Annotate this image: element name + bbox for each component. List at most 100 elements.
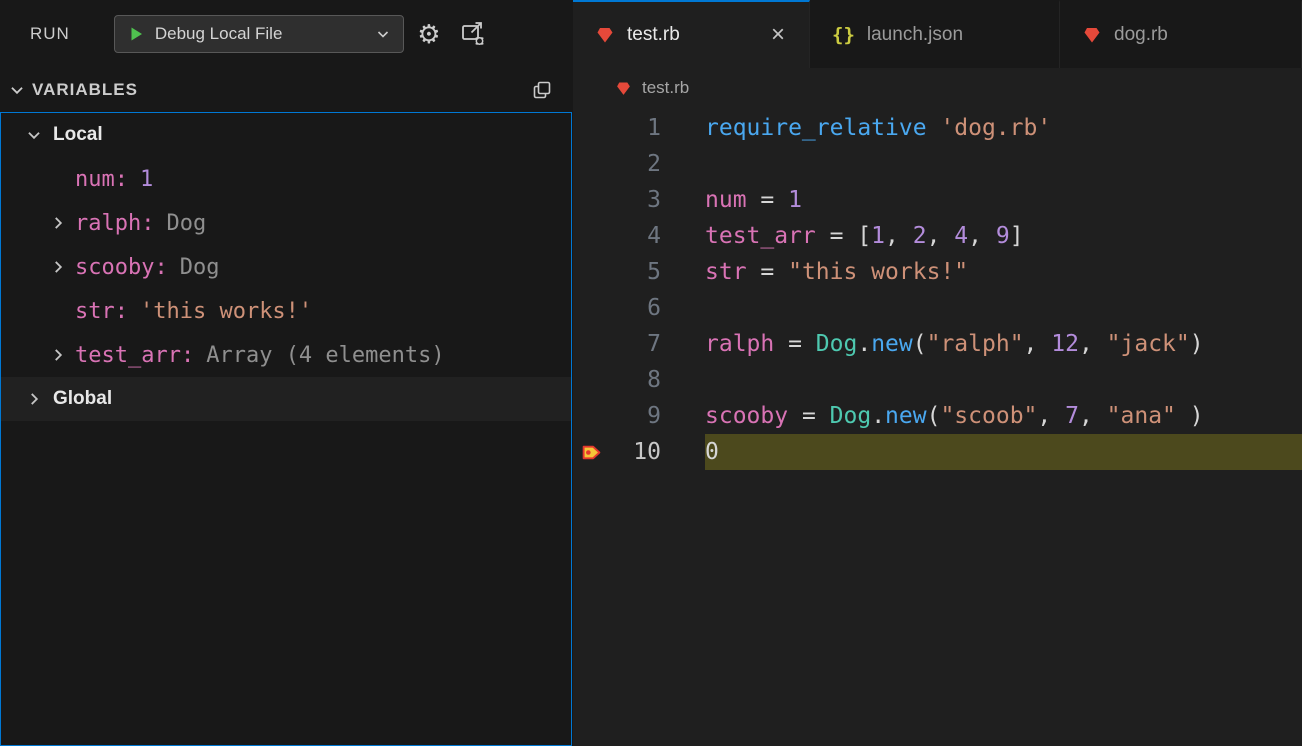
- code-token: "scoob": [940, 403, 1038, 429]
- line-number: 1: [647, 115, 661, 141]
- line-number: 8: [647, 367, 661, 393]
- variable-row-test_arr[interactable]: test_arr: Array (4 elements): [1, 333, 571, 377]
- breakpoint-gutter[interactable]: [573, 218, 609, 254]
- close-icon[interactable]: ×: [769, 23, 787, 47]
- chevron-right-icon[interactable]: [41, 206, 75, 240]
- code-token: (: [912, 331, 927, 357]
- code-token: 9: [995, 223, 1010, 249]
- variable-value: Dog: [179, 254, 220, 280]
- code-token: ralph: [705, 331, 775, 357]
- variable-name: str:: [75, 298, 128, 324]
- breakpoint-gutter[interactable]: [573, 326, 609, 362]
- code-token: ,: [926, 223, 955, 249]
- variables-section-header[interactable]: VARIABLES: [0, 68, 573, 112]
- code-line-3[interactable]: 3 num = 1: [573, 182, 1302, 218]
- variable-row-num[interactable]: num: 1: [1, 157, 571, 201]
- code-line-content: ralph = Dog.new("ralph", 12, "jack"): [705, 326, 1302, 362]
- variable-row-ralph[interactable]: ralph: Dog: [1, 201, 571, 245]
- scope-label: Local: [53, 124, 103, 145]
- code-token: 1: [788, 187, 802, 213]
- breakpoint-gutter[interactable]: [573, 290, 609, 326]
- code-line-content: scooby = Dog.new("scoob", 7, "ana" ): [705, 398, 1302, 434]
- code-line-10[interactable]: 10 0: [573, 434, 1302, 470]
- ruby-file-icon: [1082, 25, 1102, 45]
- breadcrumb[interactable]: test.rb: [573, 68, 1302, 108]
- tab-dog.rb[interactable]: dog.rb: [1060, 0, 1302, 68]
- code-token: 2: [912, 223, 927, 249]
- variables-tree: Local num: 1 ralph: Dog scooby: Dog str: 'this w…: [0, 112, 572, 746]
- variable-value: Array (4 elements): [206, 342, 445, 368]
- code-token: ]: [1009, 223, 1024, 249]
- code-token: ,: [1078, 331, 1107, 357]
- debug-console-icon[interactable]: [454, 15, 492, 53]
- ruby-file-icon: [615, 80, 632, 97]
- breakpoint-gutter[interactable]: [573, 110, 609, 146]
- code-token: ,: [1078, 403, 1107, 429]
- code-area: 1 require_relative 'dog.rb' 2 3 num = 1 4 test…: [573, 108, 1302, 746]
- code-token: 0: [705, 439, 719, 465]
- code-token: ): [1175, 403, 1204, 429]
- code-token: "ana": [1106, 403, 1176, 429]
- code-line-1[interactable]: 1 require_relative 'dog.rb': [573, 110, 1302, 146]
- breakpoint-gutter[interactable]: [573, 254, 609, 290]
- code-token: =: [774, 331, 816, 357]
- code-line-6[interactable]: 6: [573, 290, 1302, 326]
- code-line-8[interactable]: 8: [573, 362, 1302, 398]
- code-line-5[interactable]: 5 str = "this works!": [573, 254, 1302, 290]
- variables-title: VARIABLES: [32, 80, 138, 99]
- code-token: num: [705, 187, 747, 213]
- code-token: .: [857, 331, 872, 357]
- gear-icon[interactable]: ⚙: [410, 15, 448, 53]
- chevron-right-icon[interactable]: [17, 382, 51, 416]
- chevron-right-icon[interactable]: [41, 338, 75, 372]
- scope-global[interactable]: Global: [1, 377, 571, 421]
- breakpoint-gutter[interactable]: [573, 398, 609, 434]
- code-token: ,: [1023, 331, 1052, 357]
- breakpoint-gutter[interactable]: [573, 146, 609, 182]
- code-line-7[interactable]: 7 ralph = Dog.new("ralph", 12, "jack"): [573, 326, 1302, 362]
- code-token: = [: [815, 223, 872, 249]
- chevron-down-icon: [375, 26, 391, 42]
- tab-bar: test.rb × {} launch.json dog.rb: [573, 0, 1302, 68]
- code-line-4[interactable]: 4 test_arr = [1, 2, 4, 9]: [573, 218, 1302, 254]
- code-token: scooby: [705, 403, 789, 429]
- json-braces-icon: {}: [832, 24, 855, 46]
- code-token: require_relative: [705, 115, 927, 141]
- code-token: =: [746, 259, 789, 285]
- line-number: 2: [647, 151, 661, 177]
- tab-label: test.rb: [627, 24, 680, 45]
- code-token: (: [926, 403, 941, 429]
- breakpoint-gutter[interactable]: [573, 182, 609, 218]
- line-number: 4: [647, 223, 661, 249]
- scope-local[interactable]: Local: [1, 113, 571, 157]
- debug-current-line-icon[interactable]: [573, 434, 609, 470]
- tab-launch.json[interactable]: {} launch.json: [810, 0, 1060, 68]
- debug-config-dropdown[interactable]: Debug Local File: [113, 15, 404, 53]
- chevron-down-icon[interactable]: [17, 118, 51, 152]
- code-token: =: [746, 187, 789, 213]
- code-token: 'dog.rb': [940, 115, 1052, 141]
- run-debug-sidebar: RUN Debug Local File ⚙ VARIABLES Local n…: [0, 0, 573, 746]
- variable-value: Dog: [166, 210, 207, 236]
- code-line-2[interactable]: 2: [573, 146, 1302, 182]
- scope-label: Global: [53, 388, 113, 409]
- tab-test.rb[interactable]: test.rb ×: [573, 0, 810, 68]
- code-token: 12: [1051, 331, 1079, 357]
- code-line-9[interactable]: 9 scooby = Dog.new("scoob", 7, "ana" ): [573, 398, 1302, 434]
- line-number: 5: [647, 259, 661, 285]
- breakpoint-gutter[interactable]: [573, 362, 609, 398]
- chevron-right-icon[interactable]: [41, 250, 75, 284]
- vscode-window: RUN Debug Local File ⚙ VARIABLES Local n…: [0, 0, 1302, 746]
- start-debugging-icon[interactable]: [127, 25, 145, 43]
- copy-icon[interactable]: [527, 75, 557, 105]
- code-line-content: [705, 362, 1302, 398]
- tab-label: launch.json: [866, 24, 964, 45]
- variable-row-str[interactable]: str: 'this works!': [1, 289, 571, 333]
- line-number: 9: [647, 403, 661, 429]
- code-token: str: [705, 259, 747, 285]
- variable-row-scooby[interactable]: scooby: Dog: [1, 245, 571, 289]
- code-token: .: [871, 403, 886, 429]
- variable-name: test_arr:: [75, 342, 195, 368]
